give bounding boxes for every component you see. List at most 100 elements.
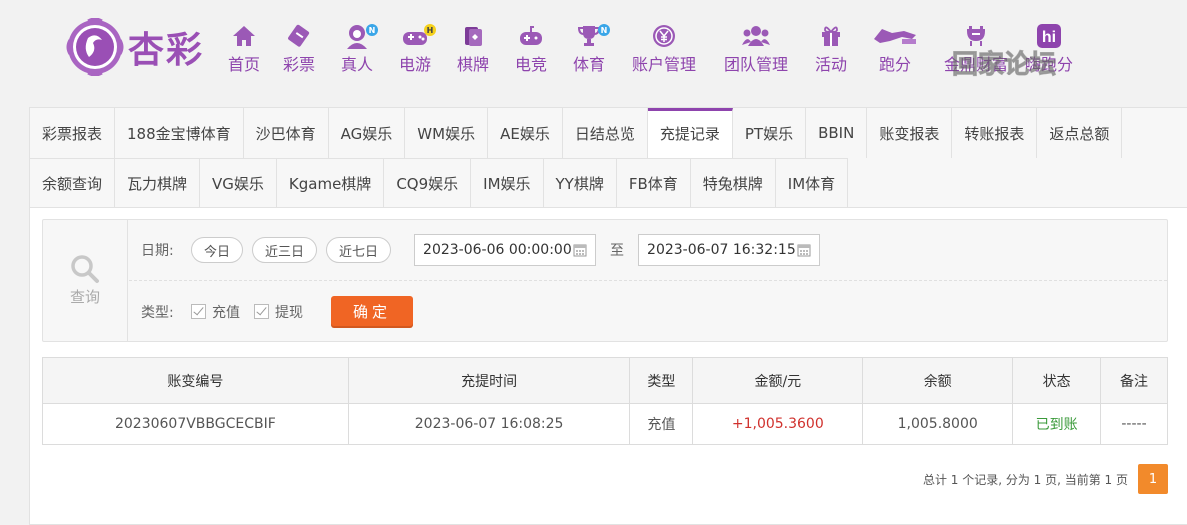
tab-item[interactable]: IM娱乐 (471, 158, 544, 208)
nav-label: 嗨跑分 (1024, 55, 1073, 74)
quick-range-today-button[interactable]: 今日 (191, 237, 244, 263)
nav-item-promotions[interactable]: 活动 (802, 22, 860, 75)
nav-label: 首页 (227, 55, 260, 74)
nav-item-hi-running[interactable]: hi 嗨跑分 (1022, 22, 1076, 75)
end-date-value: 2023-06-07 16:32:15 (647, 242, 796, 258)
tab-item[interactable]: 返点总额 (1037, 108, 1123, 158)
cell-amount: +1,005.3600 (692, 403, 864, 445)
yuan-coin-icon (653, 25, 675, 47)
cauldron-icon (967, 26, 985, 46)
cell-balance: 1,005.8000 (862, 403, 1014, 445)
tab-item[interactable]: 日结总览 (563, 108, 648, 158)
tab-item[interactable]: FB体育 (616, 158, 691, 208)
tab-item[interactable]: 充提记录 (647, 108, 733, 158)
header-transaction-id: 账变编号 (42, 357, 349, 404)
tab-item[interactable]: 188金宝博体育 (115, 108, 244, 158)
report-tabs: 彩票报表 188金宝博体育 沙巴体育 AG娱乐 WM娱乐 AE娱乐 日结总览 充提记录 PT娱乐… (30, 108, 1187, 208)
withdraw-checkbox-label: 提现 (275, 304, 303, 321)
tab-item[interactable]: YY棋牌 (543, 158, 617, 208)
cell-time: 2023-06-07 16:08:25 (347, 403, 631, 445)
new-badge: N (366, 24, 378, 36)
tab-item[interactable]: VG娱乐 (200, 158, 277, 208)
date-filter-row: 日期: 今日 近三日 近七日 2023-06-06 00:00:00 至 202… (129, 220, 1167, 281)
type-filter-row: 类型: 充值 提现 确定 (129, 282, 1167, 341)
nav-label: 电游 (398, 55, 431, 74)
nav-label: 团队管理 (723, 55, 788, 74)
gift-icon (822, 26, 840, 46)
deposit-checkbox[interactable]: 充值 (191, 302, 240, 322)
report-panel: 彩票报表 188金宝博体育 沙巴体育 AG娱乐 WM娱乐 AE娱乐 日结总览 充提记录 PT娱乐… (29, 107, 1187, 525)
confirm-button[interactable]: 确定 (331, 295, 413, 328)
new-badge: N (598, 24, 610, 36)
nav-item-cards[interactable]: 棋牌 (444, 22, 502, 75)
nav-item-lottery[interactable]: 彩票 (270, 22, 328, 75)
svg-text:hi: hi (1042, 29, 1056, 46)
tab-row-2: 余额查询 瓦力棋牌 VG娱乐 Kgame棋牌 CQ9娱乐 IM娱乐 YY棋牌 FB体育 特兔棋牌… (30, 158, 1187, 208)
nav-label: 账户管理 (631, 55, 696, 74)
end-date-input[interactable]: 2023-06-07 16:32:15 (638, 234, 821, 266)
nav-item-slots[interactable]: H 电游 (386, 22, 444, 75)
search-side: 查询 (43, 220, 128, 341)
tab-item[interactable]: 沙巴体育 (244, 108, 329, 158)
calendar-icon (573, 244, 587, 257)
search-side-label: 查询 (69, 288, 100, 306)
type-label: 类型: (141, 304, 174, 321)
nav-label: 棋牌 (456, 55, 489, 74)
nav-item-running[interactable]: 跑分 (860, 22, 930, 75)
tab-item[interactable]: 特兔棋牌 (690, 158, 776, 208)
nav-label: 彩票 (282, 55, 315, 74)
nav-item-esports[interactable]: 电竞 (502, 22, 560, 75)
checkbox-check-icon (254, 304, 269, 319)
tab-item[interactable]: AG娱乐 (329, 108, 406, 158)
records-table: 账变编号 充提时间 类型 金额/元 余额 状态 备注 20230607VBBGC… (42, 357, 1168, 445)
header-time: 充提时间 (347, 357, 631, 404)
nav-item-account[interactable]: 账户管理 (618, 22, 710, 75)
runner-icon (874, 29, 916, 44)
logo-text: 杏彩 (128, 29, 205, 71)
nav-item-sports[interactable]: N 体育 (560, 22, 618, 75)
tab-item[interactable]: CQ9娱乐 (384, 158, 472, 208)
nav-label: 体育 (572, 55, 605, 74)
nav-label: 真人 (340, 55, 373, 74)
header-type: 类型 (629, 357, 694, 404)
tab-item[interactable]: 彩票报表 (30, 108, 116, 158)
tab-item[interactable]: PT娱乐 (733, 108, 807, 158)
header-amount: 金额/元 (692, 357, 864, 404)
search-form: 查询 日期: 今日 近三日 近七日 2023-06-06 00:00:00 至 … (42, 219, 1168, 342)
nav-item-fortune[interactable]: 金鼎财富 (930, 22, 1022, 75)
tab-item[interactable]: 转账报表 (952, 108, 1038, 158)
tab-item[interactable]: 账变报表 (867, 108, 953, 158)
tab-item[interactable]: AE娱乐 (488, 108, 563, 158)
nav-item-home[interactable]: 首页 (218, 22, 270, 75)
nav-label: 金鼎财富 (943, 55, 1008, 74)
tab-item[interactable]: BBIN (806, 108, 868, 158)
cell-type: 充值 (629, 403, 694, 445)
quick-range-3days-button[interactable]: 近三日 (252, 237, 318, 263)
page-button-current[interactable]: 1 (1138, 464, 1168, 494)
quick-range-7days-button[interactable]: 近七日 (326, 237, 392, 263)
tab-item[interactable]: IM体育 (775, 158, 849, 208)
hi-icon: hi (1037, 24, 1061, 48)
withdraw-checkbox[interactable]: 提现 (254, 302, 303, 322)
tab-item[interactable]: Kgame棋牌 (276, 158, 385, 208)
date-range-separator: 至 (610, 243, 625, 259)
date-label: 日期: (141, 243, 174, 259)
nav-item-team[interactable]: 团队管理 (710, 22, 802, 75)
tab-item[interactable]: 余额查询 (30, 158, 116, 208)
cards-icon (465, 27, 482, 46)
cell-transaction-id: 20230607VBBGCECBIF (42, 403, 349, 445)
site-logo[interactable]: 杏彩 (66, 16, 216, 78)
hot-badge: H (424, 24, 436, 36)
nav-item-live[interactable]: N 真人 (328, 22, 386, 75)
home-icon (233, 26, 255, 46)
controller-icon (520, 26, 542, 45)
nav-label: 跑分 (878, 55, 911, 74)
tab-item[interactable]: WM娱乐 (405, 108, 489, 158)
header-note: 备注 (1100, 357, 1168, 404)
ticket-icon (288, 24, 310, 47)
start-date-input[interactable]: 2023-06-06 00:00:00 (414, 234, 597, 266)
header-status: 状态 (1012, 357, 1102, 404)
main-nav: 首页 彩票 N 真人 H 电游 棋牌 电竞 N 体育 账户管理 团队管理 活动 … (218, 22, 1076, 75)
tab-item[interactable]: 瓦力棋牌 (115, 158, 201, 208)
nav-label: 活动 (814, 55, 847, 74)
